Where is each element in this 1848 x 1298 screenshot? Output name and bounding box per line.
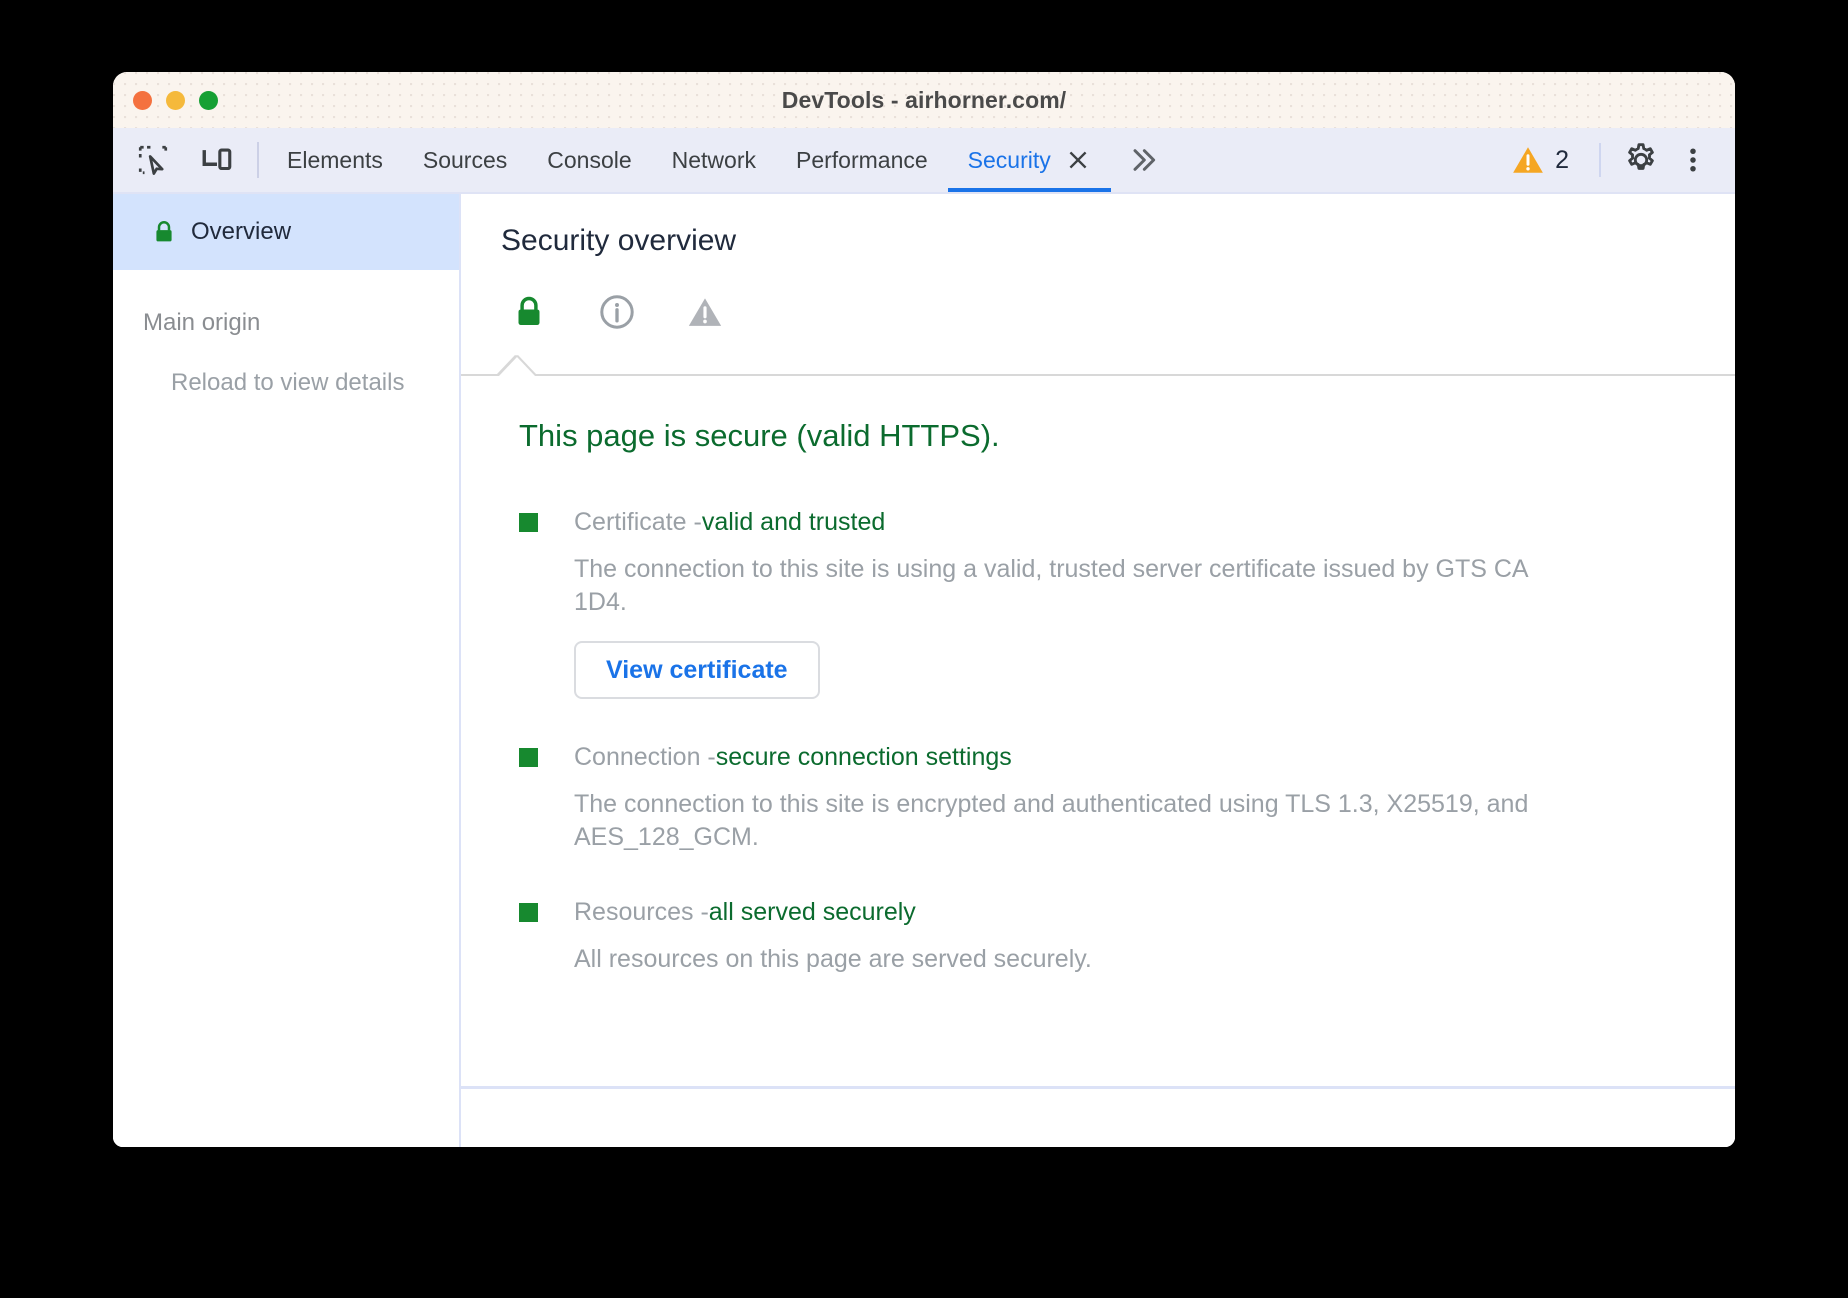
section-heading: Certificate - valid and trusted	[519, 508, 1735, 537]
close-window-button[interactable]	[133, 91, 152, 110]
device-toolbar-icon	[200, 143, 234, 177]
divider-line	[461, 374, 1735, 376]
sidebar-item-reload-hint: Reload to view details	[113, 354, 459, 412]
lock-icon	[151, 219, 177, 245]
tab-network[interactable]: Network	[652, 128, 776, 192]
window-titlebar: DevTools - airhorner.com/	[113, 72, 1735, 128]
sidebar-sub-label: Reload to view details	[171, 369, 404, 397]
status-square-icon	[519, 748, 538, 767]
section-body: All resources on this page are served se…	[574, 943, 1574, 976]
security-headline: This page is secure (valid HTTPS).	[461, 418, 1735, 464]
section-label: Certificate -	[574, 508, 702, 537]
sidebar-item-overview[interactable]: Overview	[113, 194, 459, 270]
more-options-button[interactable]	[1669, 136, 1717, 184]
section-label: Resources -	[574, 898, 709, 927]
device-toolbar-button[interactable]	[193, 136, 241, 184]
section-status: all served securely	[709, 898, 916, 927]
warning-badge[interactable]: 2	[1497, 143, 1583, 177]
tab-label: Sources	[423, 147, 507, 174]
security-content: This page is secure (valid HTTPS). Certi…	[461, 376, 1735, 976]
tab-label: Performance	[796, 147, 928, 174]
filter-warning-button[interactable]	[685, 292, 725, 332]
devtools-window: DevTools - airhorner.com/	[113, 72, 1735, 1147]
tool-icon-group	[129, 128, 255, 192]
page-title: Security overview	[461, 194, 1735, 258]
section-resources: Resources - all served securely All reso…	[461, 854, 1735, 976]
divider-notch-arrow	[499, 357, 535, 376]
close-icon[interactable]	[1065, 147, 1091, 173]
tab-label: Console	[547, 147, 631, 174]
filter-secure-button[interactable]	[509, 292, 549, 332]
view-certificate-button[interactable]: View certificate	[574, 641, 820, 699]
maximize-window-button[interactable]	[199, 91, 218, 110]
tabbar-actions: 2	[1497, 128, 1735, 192]
security-main-panel: Security overview	[461, 194, 1735, 1147]
filter-info-button[interactable]	[597, 292, 637, 332]
status-square-icon	[519, 513, 538, 532]
sidebar-item-label: Overview	[191, 218, 291, 246]
section-label: Connection -	[574, 743, 716, 772]
inspect-element-icon	[136, 143, 170, 177]
gear-icon	[1623, 142, 1659, 178]
screenshot-root: DevTools - airhorner.com/	[0, 0, 1848, 1298]
section-body: The connection to this site is using a v…	[574, 553, 1574, 619]
section-status: secure connection settings	[716, 743, 1012, 772]
section-heading: Resources - all served securely	[519, 898, 1735, 927]
tab-label: Elements	[287, 147, 383, 174]
tab-sources[interactable]: Sources	[403, 128, 527, 192]
warning-count: 2	[1555, 146, 1569, 175]
window-title: DevTools - airhorner.com/	[113, 72, 1735, 128]
tab-performance[interactable]: Performance	[776, 128, 948, 192]
lock-icon	[511, 294, 547, 330]
warning-triangle-icon	[686, 293, 724, 331]
chevron-double-right-icon	[1127, 144, 1159, 176]
tab-label: Network	[672, 147, 756, 174]
sidebar-group-label: Main origin	[143, 309, 260, 337]
info-icon	[598, 293, 636, 331]
warning-triangle-icon	[1511, 143, 1545, 177]
devtools-body: Overview Main origin Reload to view deta…	[113, 194, 1735, 1147]
tab-console[interactable]: Console	[527, 128, 651, 192]
devtools-tabbar: Elements Sources Console Network Perform…	[113, 128, 1735, 194]
section-body: The connection to this site is encrypted…	[574, 788, 1574, 854]
tab-security[interactable]: Security	[948, 128, 1111, 192]
status-square-icon	[519, 903, 538, 922]
inspect-element-button[interactable]	[129, 136, 177, 184]
section-connection: Connection - secure connection settings …	[461, 699, 1735, 854]
sidebar-group-main-origin: Main origin	[113, 292, 459, 354]
more-tabs-button[interactable]	[1111, 128, 1175, 192]
actions-separator	[1599, 143, 1601, 177]
section-status: valid and trusted	[702, 508, 885, 537]
settings-button[interactable]	[1617, 136, 1665, 184]
panel-tabs: Elements Sources Console Network Perform…	[267, 128, 1175, 192]
tab-label: Security	[968, 147, 1051, 174]
section-certificate: Certificate - valid and trusted The conn…	[461, 464, 1735, 699]
toolbar-separator	[257, 142, 259, 178]
window-controls	[133, 91, 218, 110]
panel-divider	[461, 354, 1735, 376]
security-filter-row	[461, 258, 1735, 340]
content-bottom-rule	[461, 1086, 1735, 1089]
section-heading: Connection - secure connection settings	[519, 743, 1735, 772]
minimize-window-button[interactable]	[166, 91, 185, 110]
tab-elements[interactable]: Elements	[267, 128, 403, 192]
security-sidebar: Overview Main origin Reload to view deta…	[113, 194, 461, 1147]
kebab-menu-icon	[1678, 145, 1708, 175]
